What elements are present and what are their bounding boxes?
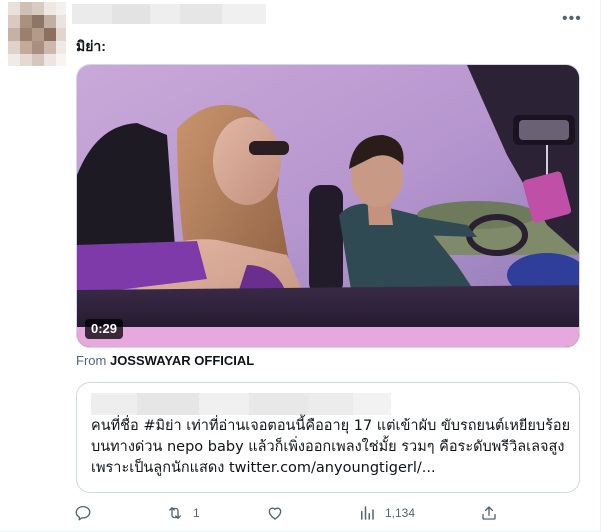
action-bar: 1 1,134 <box>70 500 510 526</box>
retweet-button[interactable]: 1 <box>166 500 200 526</box>
more-horizontal-icon[interactable]: ••• <box>562 10 581 28</box>
reply-icon <box>75 505 91 521</box>
video-player[interactable]: 0:29 <box>76 64 580 348</box>
quoted-author-redacted[interactable] <box>91 393 391 415</box>
video-duration: 0:29 <box>85 319 124 339</box>
media-source[interactable]: From JOSSWAYAR OFFICIAL <box>76 353 254 369</box>
views-count: 1,134 <box>385 506 416 520</box>
video-thumbnail <box>77 65 579 347</box>
share-button[interactable] <box>480 500 498 526</box>
quoted-tweet-text: คนที่ชื่อ #มิย่า เท่าที่อ่านเจอตอนนี้คือ… <box>91 418 571 476</box>
avatar[interactable] <box>8 2 66 66</box>
reply-button[interactable] <box>74 500 92 526</box>
retweet-count: 1 <box>193 506 200 520</box>
like-icon <box>268 507 282 520</box>
media-source-prefix: From <box>76 353 107 368</box>
retweet-icon <box>169 507 181 519</box>
share-icon <box>482 506 496 520</box>
tweet-text: มิย่า: <box>76 38 106 54</box>
views-button[interactable]: 1,134 <box>358 500 415 526</box>
quoted-tweet[interactable]: คนที่ชื่อ #มิย่า เท่าที่อ่านเจอตอนนี้คือ… <box>76 382 580 493</box>
like-button[interactable] <box>266 500 284 526</box>
views-icon <box>361 506 374 520</box>
media-source-name[interactable]: JOSSWAYAR OFFICIAL <box>110 353 254 368</box>
tweet-card[interactable]: ••• มิย่า: 0:29 From JOSSWAYAR OFFICIAL … <box>0 0 601 532</box>
